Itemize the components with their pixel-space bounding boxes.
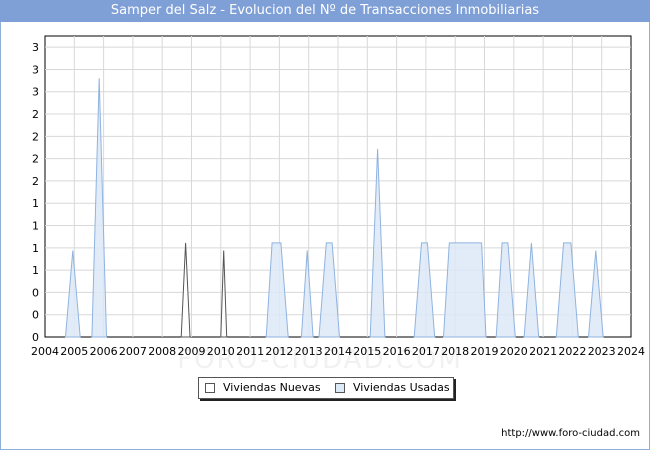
- legend: Viviendas Nuevas Viviendas Usadas: [198, 377, 454, 399]
- series-usadas-peak: [265, 242, 289, 338]
- x-tick-label: 2005: [60, 345, 88, 358]
- y-tick-label: 2: [32, 175, 39, 188]
- legend-swatch-nuevas: [205, 383, 215, 393]
- x-tick-label: 2008: [148, 345, 176, 358]
- area-layer: [64, 78, 604, 338]
- x-tick-label: 2021: [529, 345, 557, 358]
- grid-layer: [45, 36, 631, 337]
- x-tick-label: 2010: [207, 345, 235, 358]
- legend-swatch-usadas: [335, 383, 345, 393]
- x-tick-label: 2017: [412, 345, 440, 358]
- x-tick-label: 2012: [265, 345, 293, 358]
- y-tick-label: 0: [32, 331, 39, 344]
- x-tick-label: 2013: [295, 345, 323, 358]
- series-usadas-peak: [318, 242, 341, 338]
- series-usadas-peak: [369, 148, 386, 338]
- series-usadas-peak: [587, 250, 604, 338]
- series-nuevas-peak: [220, 250, 228, 338]
- x-tick-label: 2015: [353, 345, 381, 358]
- y-tick-label: 2: [32, 130, 39, 143]
- x-tick-label: 2004: [31, 345, 59, 358]
- series-nuevas-peak: [180, 242, 191, 338]
- x-tick-label: 2018: [441, 345, 469, 358]
- x-tick-label: 2023: [588, 345, 616, 358]
- y-tick-label: 2: [32, 108, 39, 121]
- y-tick-label: 3: [32, 41, 39, 54]
- series-usadas-peak: [64, 250, 81, 338]
- y-tick-label: 1: [32, 197, 39, 210]
- x-tick-label: 2022: [558, 345, 586, 358]
- x-tick-label: 2024: [617, 345, 645, 358]
- legend-label-nuevas: Viviendas Nuevas: [223, 381, 321, 394]
- series-usadas-peak: [555, 242, 579, 338]
- x-tick-label: 2020: [500, 345, 528, 358]
- series-usadas-peak: [495, 242, 516, 338]
- series-usadas-peak: [442, 242, 487, 338]
- x-tick-label: 2014: [324, 345, 352, 358]
- x-tick-label: 2006: [90, 345, 118, 358]
- y-tick-label: 2: [32, 153, 39, 166]
- y-tick-label: 3: [32, 86, 39, 99]
- source-url: http://www.foro-ciudad.com: [501, 428, 640, 439]
- series-usadas-peak: [300, 250, 314, 338]
- x-tick-label: 2007: [119, 345, 147, 358]
- legend-label-usadas: Viviendas Usadas: [353, 381, 450, 394]
- y-tick-label: 1: [32, 264, 39, 277]
- x-tick-label: 2009: [178, 345, 206, 358]
- series-usadas-peak: [413, 242, 436, 338]
- y-tick-label: 1: [32, 242, 39, 255]
- y-tick-label: 0: [32, 309, 39, 322]
- x-tick-label: 2011: [236, 345, 264, 358]
- y-tick-label: 1: [32, 220, 39, 233]
- series-usadas-peak: [523, 242, 540, 338]
- y-tick-label: 3: [32, 63, 39, 76]
- y-tick-label: 0: [32, 286, 39, 299]
- series-usadas-peak: [91, 78, 108, 338]
- x-tick-label: 2019: [471, 345, 499, 358]
- x-tick-label: 2016: [383, 345, 411, 358]
